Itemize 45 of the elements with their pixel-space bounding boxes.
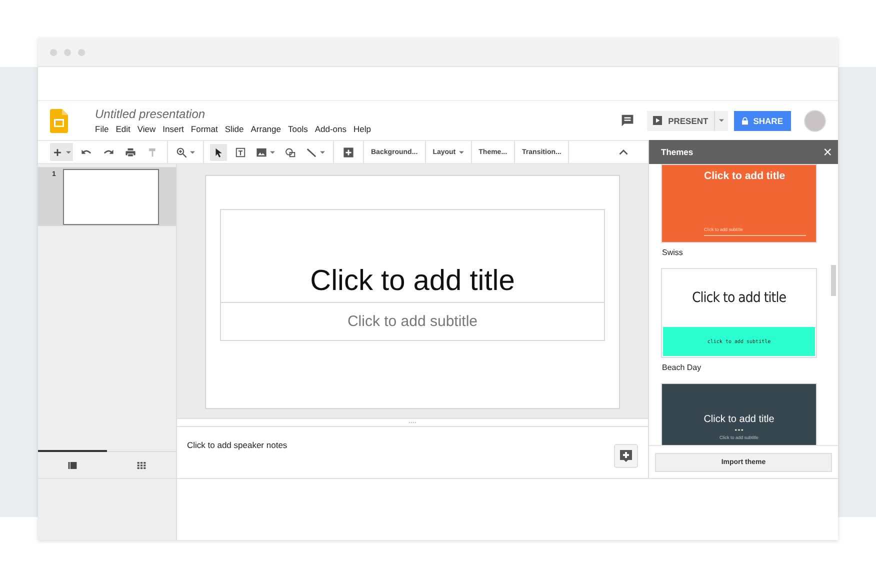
plus-icon	[52, 146, 63, 158]
caret-icon	[270, 150, 275, 154]
close-button[interactable]: ×	[823, 144, 832, 160]
play-icon	[653, 116, 662, 125]
menu-item[interactable]: Insert	[162, 124, 184, 134]
slide-canvas[interactable]: Click to add title Click to add subtitle	[205, 175, 620, 409]
menu-item[interactable]: View	[137, 124, 156, 134]
menu-item[interactable]: Tools	[288, 124, 308, 134]
menu-item[interactable]: Format	[190, 124, 218, 134]
share-button[interactable]: SHARE	[734, 110, 791, 130]
scrollbar-thumb[interactable]	[831, 265, 836, 296]
select-cursor-icon[interactable]	[210, 144, 227, 160]
document-title[interactable]: Untitled presentation	[95, 107, 371, 121]
menu-item[interactable]: File	[95, 124, 109, 134]
image-icon	[256, 146, 267, 158]
line-icon	[306, 146, 317, 158]
subtitle-placeholder[interactable]: Click to add subtitle	[220, 303, 605, 341]
preview-title: Click to add title	[704, 414, 774, 425]
menu-item[interactable]: Slide	[224, 124, 244, 134]
filmstrip-view-icon	[68, 462, 77, 468]
caret-icon	[458, 150, 464, 154]
menu-item[interactable]: Help	[354, 124, 371, 134]
new-slide-button[interactable]	[50, 143, 73, 161]
slide-thumbnail[interactable]	[62, 169, 159, 225]
preview-title: Click to add title	[704, 170, 786, 182]
theme-name: Beach Day	[662, 363, 702, 372]
comments-icon[interactable]	[621, 114, 634, 127]
speaker-notes-field[interactable]: Click to add speaker notes	[177, 426, 648, 478]
resize-handle[interactable]	[409, 422, 416, 424]
notes-comment-button[interactable]	[614, 444, 638, 468]
caret-icon	[190, 150, 195, 154]
caret-icon	[66, 150, 71, 154]
zoom-icon	[176, 146, 187, 158]
menu-item[interactable]: Arrange	[250, 124, 281, 134]
caret-icon	[320, 150, 325, 154]
title-placeholder[interactable]: Click to add title	[220, 209, 605, 303]
caret-icon	[719, 119, 724, 122]
collapse-chevron-icon[interactable]	[619, 149, 628, 155]
lock-icon	[742, 116, 748, 124]
theme-name: Swiss	[662, 248, 684, 257]
panel-title: Themes	[661, 147, 694, 157]
preview-title: Click to add title	[691, 289, 787, 308]
grid-view-icon	[137, 462, 146, 468]
menu-item[interactable]: Edit	[116, 124, 130, 134]
menu-item[interactable]: Add-ons	[314, 124, 346, 134]
